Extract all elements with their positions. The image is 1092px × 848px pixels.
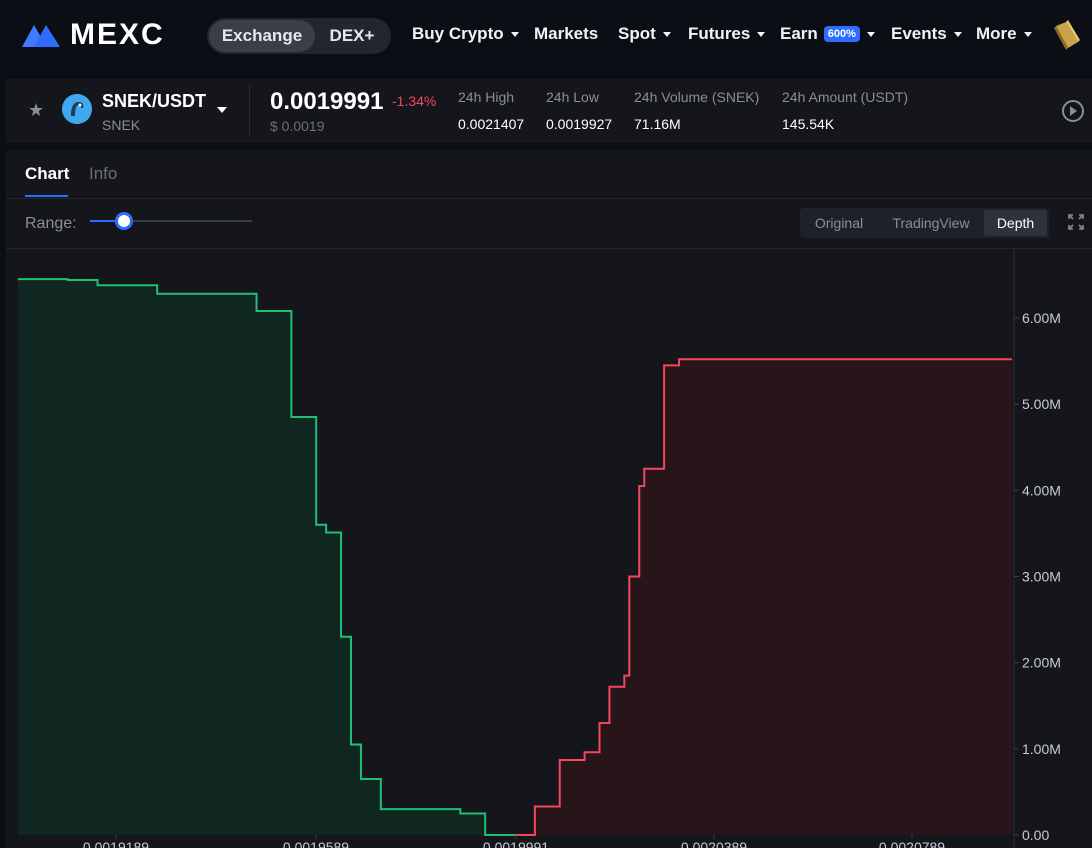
fullscreen-icon[interactable] [1068, 214, 1084, 230]
nav-futures[interactable]: Futures [688, 24, 766, 44]
favorite-star-icon[interactable]: ★ [28, 100, 44, 121]
segment-exchange[interactable]: Exchange [209, 20, 315, 52]
view-tradingview[interactable]: TradingView [878, 210, 984, 236]
stat-label-volume: 24h Volume (SNEK) [634, 89, 760, 105]
x-tick-label: 0.0020389 [681, 839, 747, 848]
stat-value-volume: 71.16M [634, 116, 681, 132]
stat-label-low: 24h Low [546, 89, 599, 105]
price-usd: $ 0.0019 [270, 118, 325, 134]
chevron-down-icon [757, 31, 766, 37]
bids-depth-area [18, 279, 516, 836]
nav-earn[interactable]: Earn 600% [780, 24, 875, 44]
depth-chart[interactable]: 0.00 1.00M 2.00M 3.00M 4.00M 5.00M 6.00M 0.001… [6, 249, 1092, 848]
nav-more[interactable]: More [976, 24, 1032, 44]
chart-view-switch: Original TradingView Depth [800, 208, 1049, 238]
price-change: -1.34% [392, 93, 437, 109]
x-tick-label: 0.0019589 [283, 839, 349, 848]
active-tab-indicator [25, 195, 68, 197]
tab-info[interactable]: Info [89, 164, 117, 184]
y-tick-label: 0.00 [1022, 827, 1049, 843]
segment-dex[interactable]: DEX+ [315, 20, 389, 52]
view-depth[interactable]: Depth [984, 210, 1047, 236]
exchange-dex-switch: Exchange DEX+ [207, 18, 391, 54]
gold-bar-icon[interactable] [1052, 20, 1082, 52]
nav-markets[interactable]: Markets [534, 24, 598, 44]
chevron-down-icon [866, 31, 875, 37]
asks-depth-area [515, 359, 1012, 835]
range-label: Range: [25, 215, 77, 232]
y-tick-label: 6.00M [1022, 310, 1061, 326]
y-tick-label: 1.00M [1022, 741, 1061, 757]
y-tick-label: 5.00M [1022, 396, 1061, 412]
stat-value-low: 0.0019927 [546, 116, 613, 132]
brand-logo[interactable]: MEXC [20, 18, 165, 52]
divider [249, 86, 250, 136]
range-slider-thumb[interactable] [115, 212, 134, 230]
trading-pair[interactable]: SNEK/USDT [102, 91, 206, 112]
view-original[interactable]: Original [800, 210, 878, 236]
y-tick-label: 3.00M [1022, 568, 1061, 584]
nav-events[interactable]: Events [891, 24, 962, 44]
chevron-down-icon [953, 31, 962, 37]
x-tick-label: 0.0019189 [83, 839, 149, 848]
x-tick-label: 0.0020789 [879, 839, 945, 848]
x-tick-label: 0.0019991 [483, 839, 549, 848]
chevron-down-icon [510, 31, 519, 37]
brand-name: MEXC [70, 18, 165, 51]
chevron-down-icon [1023, 31, 1032, 37]
stat-label-high: 24h High [458, 89, 515, 105]
nav-spot[interactable]: Spot [618, 24, 671, 44]
stat-label-amount: 24h Amount (USDT) [782, 89, 909, 105]
nav-buy-crypto[interactable]: Buy Crypto [412, 24, 519, 44]
y-tick-label: 4.00M [1022, 482, 1061, 498]
stat-value-amount: 145.54K [782, 116, 835, 132]
chevron-down-icon[interactable] [217, 107, 227, 113]
earn-apr-badge: 600% [823, 26, 860, 42]
play-icon[interactable] [1062, 100, 1084, 122]
mexc-logo-icon [22, 25, 60, 47]
chevron-down-icon [662, 31, 671, 37]
base-asset: SNEK [102, 117, 141, 133]
top-navigation: MEXC Exchange DEX+ Buy Crypto Markets Sp… [0, 0, 1092, 72]
stat-value-high: 0.0021407 [458, 116, 525, 132]
tab-chart[interactable]: Chart [25, 164, 69, 184]
last-price: 0.0019991 [270, 88, 384, 115]
snek-coin-icon [62, 94, 92, 124]
y-tick-label: 2.00M [1022, 655, 1061, 671]
divider [6, 198, 1092, 199]
